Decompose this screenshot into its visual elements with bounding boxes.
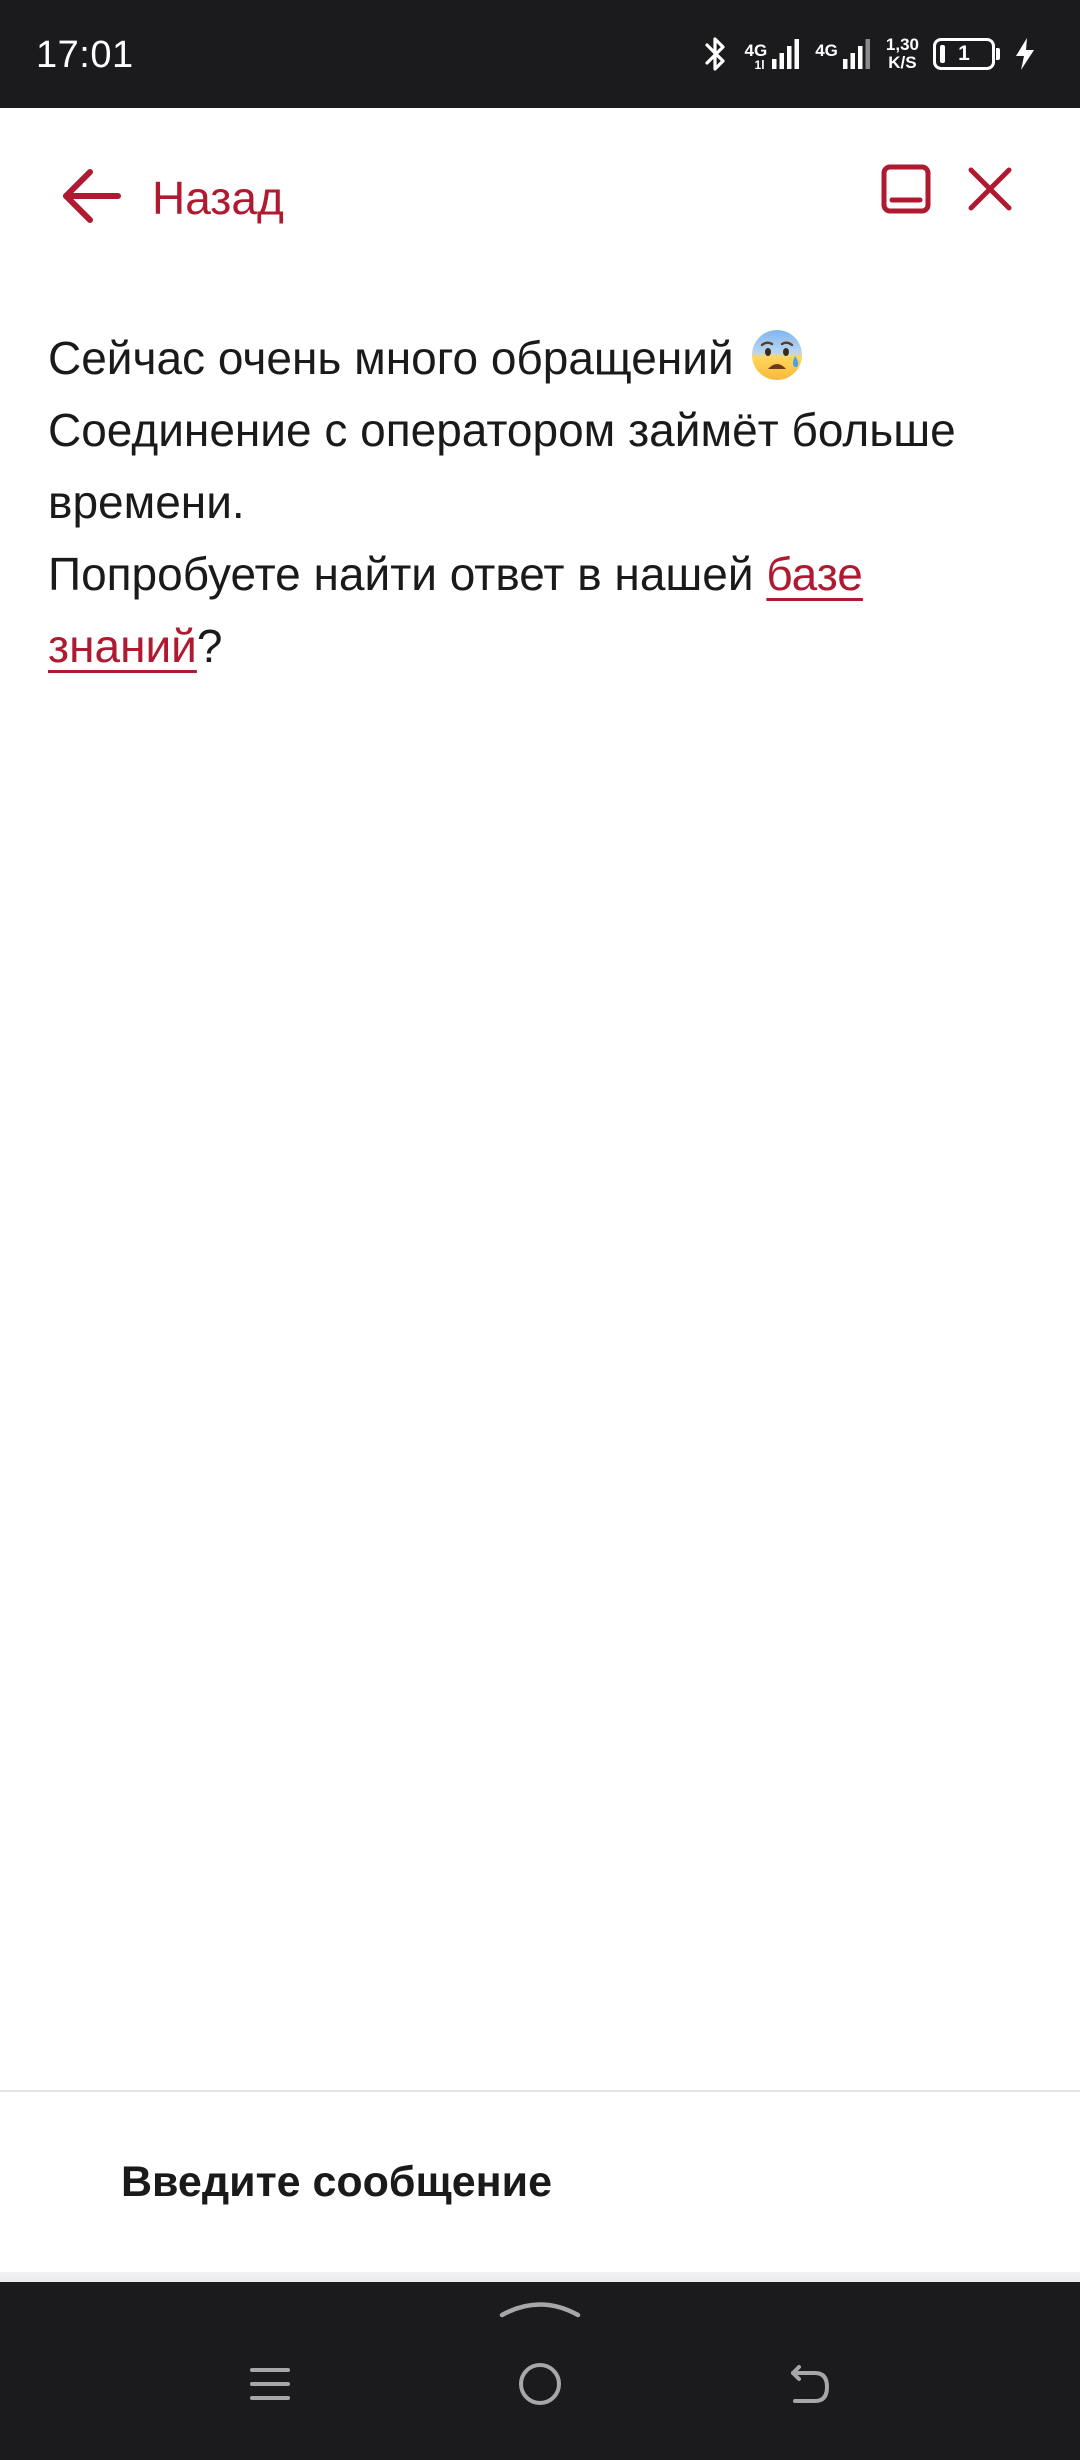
battery-level: 1: [958, 42, 970, 65]
network-type-label: 4G: [815, 41, 838, 60]
arrow-left-icon: [60, 168, 122, 229]
minimize-icon: [880, 163, 932, 220]
input-bar: [0, 2092, 1080, 2280]
signal-icon: [842, 37, 872, 71]
signal-group-2: 4G: [815, 37, 872, 71]
minimize-button[interactable]: [878, 163, 934, 219]
anxious-face-emoji-icon: [750, 328, 804, 382]
home-button[interactable]: [510, 2356, 570, 2416]
message-line-2: Соединение с оператором займёт больше вр…: [48, 404, 956, 528]
nav-back-button[interactable]: [780, 2356, 840, 2416]
close-button[interactable]: [962, 163, 1018, 219]
status-icons: 4G 1l 4G 1,30 K/S 1: [701, 30, 1036, 78]
back-button[interactable]: Назад: [60, 158, 284, 238]
signal-icon: [771, 37, 801, 71]
status-time: 17:01: [36, 34, 134, 76]
battery-icon: 1: [933, 38, 1000, 70]
system-nav-bar: [0, 2282, 1080, 2460]
chevron-up-icon: [498, 2296, 582, 2323]
menu-button[interactable]: [240, 2356, 300, 2416]
home-icon: [517, 2361, 563, 2412]
message-text: Попробуете найти ответ в нашей: [48, 548, 767, 600]
message-text: Сейчас очень много обращений: [48, 332, 734, 384]
header-actions: [878, 163, 1018, 219]
bluetooth-icon: [701, 34, 731, 74]
message-line-3: Попробуете найти ответ в нашей базе знан…: [48, 538, 1038, 682]
signal-group-1: 4G 1l: [745, 37, 802, 71]
bot-message: Сейчас очень много обращений Соединение …: [48, 322, 1038, 682]
message-text: ?: [196, 620, 223, 672]
back-label: Назад: [152, 172, 284, 224]
message-input[interactable]: [121, 2142, 981, 2222]
menu-icon: [248, 2362, 292, 2411]
chevron-up-button[interactable]: [495, 2296, 585, 2322]
network-speed: 1,30 K/S: [885, 35, 919, 72]
close-icon: [966, 165, 1014, 218]
status-bar: 17:01 4G 1l 4G 1,30 K/S 1: [0, 0, 1080, 108]
network-type-label: 4G 1l: [744, 41, 768, 72]
chat-header: Назад: [0, 108, 1080, 278]
message-line-1: Сейчас очень много обращений: [48, 322, 1038, 394]
back-icon: [787, 2361, 833, 2412]
charging-icon: [1014, 37, 1036, 71]
